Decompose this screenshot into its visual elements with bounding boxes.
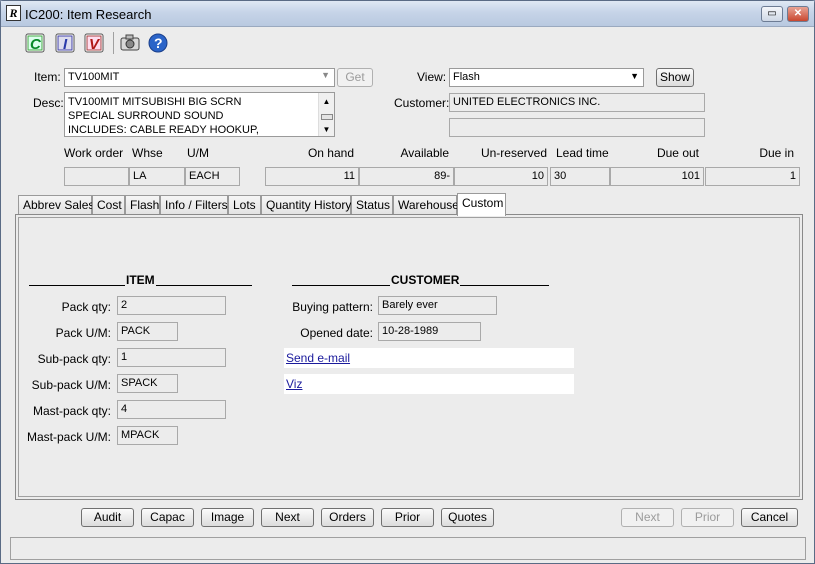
item-research-window: R IC200: Item Research ▭ ✕ C I V ? Item:… bbox=[0, 0, 815, 564]
window-title: IC200: Item Research bbox=[25, 7, 152, 22]
due-out-value: 101 bbox=[610, 167, 704, 186]
mast-pack-um-field: MPACK bbox=[117, 426, 178, 445]
view-label: View: bbox=[417, 70, 447, 84]
tab-flash[interactable]: Flash bbox=[125, 195, 160, 215]
i-icon[interactable]: I bbox=[53, 31, 77, 55]
mast-pack-qty-field: 4 bbox=[117, 400, 226, 419]
scroll-up-icon[interactable]: ▲ bbox=[319, 95, 334, 109]
c-icon[interactable]: C bbox=[23, 31, 47, 55]
desc-line: TV100MIT MITSUBISHI BIG SCRN bbox=[68, 96, 242, 108]
description-scrollbar[interactable]: ▲ ▼ bbox=[318, 93, 334, 136]
sub-pack-um-field: SPACK bbox=[117, 374, 178, 393]
show-button[interactable]: Show bbox=[656, 68, 694, 87]
whse-header: Whse bbox=[132, 146, 163, 160]
customer-label: Customer: bbox=[394, 96, 450, 110]
next-record-button[interactable]: Next bbox=[621, 508, 674, 527]
sub-pack-qty-label: Sub-pack qty: bbox=[37, 352, 111, 366]
help-icon[interactable]: ? bbox=[146, 31, 170, 55]
customer-field: UNITED ELECTRONICS INC. bbox=[449, 93, 705, 112]
viz-link[interactable]: Viz bbox=[284, 374, 574, 394]
buying-pattern-field: Barely ever bbox=[378, 296, 497, 315]
due-in-header: Due in bbox=[759, 146, 794, 160]
on-hand-header: On hand bbox=[307, 146, 354, 160]
camera-icon[interactable] bbox=[118, 31, 142, 55]
restore-button[interactable]: ▭ bbox=[761, 6, 783, 22]
tab-quantity-history[interactable]: Quantity History bbox=[261, 195, 351, 215]
work-order-header: Work order bbox=[64, 146, 124, 160]
toolbar-separator bbox=[113, 32, 114, 54]
view-select[interactable]: Flash ▼ bbox=[449, 68, 644, 87]
tab-custom[interactable]: Custom bbox=[457, 193, 506, 216]
desc-line: INCLUDES: CABLE READY HOOKUP, bbox=[68, 124, 259, 136]
unreserved-value: 10 bbox=[454, 167, 548, 186]
scroll-thumb[interactable] bbox=[320, 114, 333, 120]
chevron-down-icon[interactable]: ▼ bbox=[321, 70, 330, 80]
mast-pack-qty-label: Mast-pack qty: bbox=[32, 404, 111, 418]
audit-button[interactable]: Audit bbox=[81, 508, 134, 527]
tab-status[interactable]: Status bbox=[351, 195, 393, 215]
chevron-down-icon[interactable]: ▼ bbox=[630, 71, 639, 81]
description-textarea[interactable]: TV100MIT MITSUBISHI BIG SCRN SPECIAL SUR… bbox=[64, 92, 335, 137]
tab-lots[interactable]: Lots bbox=[228, 195, 261, 215]
tab-info-filters[interactable]: Info / Filters bbox=[160, 195, 228, 215]
capac-button[interactable]: Capac bbox=[141, 508, 194, 527]
tab-cost[interactable]: Cost bbox=[92, 195, 125, 215]
pack-qty-field: 2 bbox=[117, 296, 226, 315]
tab-warehouse[interactable]: Warehouse bbox=[393, 195, 459, 215]
pack-um-label: Pack U/M: bbox=[55, 326, 111, 340]
work-order-value bbox=[64, 167, 129, 186]
on-hand-value: 11 bbox=[265, 167, 359, 186]
orders-button[interactable]: Orders bbox=[321, 508, 374, 527]
due-out-header: Due out bbox=[656, 146, 699, 160]
whse-value: LA bbox=[129, 167, 185, 186]
svg-text:C: C bbox=[30, 36, 42, 53]
v-icon[interactable]: V bbox=[82, 31, 106, 55]
app-icon: R bbox=[6, 5, 21, 21]
opened-date-field: 10-28-1989 bbox=[378, 322, 481, 341]
close-button[interactable]: ✕ bbox=[787, 6, 809, 22]
get-button[interactable]: Get bbox=[337, 68, 373, 87]
toolbar: C I V ? bbox=[1, 28, 814, 58]
opened-date-label: Opened date: bbox=[300, 326, 373, 340]
available-header: Available bbox=[400, 146, 449, 160]
view-value: Flash bbox=[453, 71, 480, 83]
lead-time-header: Lead time bbox=[556, 146, 609, 160]
tab-abbrev-sales[interactable]: Abbrev Sales bbox=[18, 195, 94, 215]
status-bar bbox=[10, 537, 806, 560]
item-label: Item: bbox=[34, 70, 61, 84]
pack-um-field: PACK bbox=[117, 322, 178, 341]
prior-button[interactable]: Prior bbox=[381, 508, 434, 527]
customer-field-2 bbox=[449, 118, 705, 137]
desc-label: Desc: bbox=[33, 96, 64, 110]
unreserved-header: Un-reserved bbox=[480, 146, 547, 160]
um-value: EACH bbox=[185, 167, 240, 186]
pack-qty-label: Pack qty: bbox=[61, 300, 111, 314]
scroll-down-icon[interactable]: ▼ bbox=[319, 123, 334, 136]
next-button[interactable]: Next bbox=[261, 508, 314, 527]
send-email-link[interactable]: Send e-mail bbox=[284, 348, 574, 368]
due-in-value: 1 bbox=[705, 167, 800, 186]
prior-record-button[interactable]: Prior bbox=[681, 508, 734, 527]
um-header: U/M bbox=[187, 146, 209, 160]
image-button[interactable]: Image bbox=[201, 508, 254, 527]
item-section-heading: ITEM bbox=[125, 273, 156, 287]
sub-pack-qty-field: 1 bbox=[117, 348, 226, 367]
cancel-button[interactable]: Cancel bbox=[741, 508, 798, 527]
available-value: 89- bbox=[359, 167, 454, 186]
item-input[interactable]: TV100MIT ▼ bbox=[64, 68, 335, 87]
sub-pack-um-label: Sub-pack U/M: bbox=[31, 378, 111, 392]
svg-text:?: ? bbox=[154, 35, 163, 51]
desc-line: SPECIAL SURROUND SOUND bbox=[68, 110, 224, 122]
title-bar: R IC200: Item Research ▭ ✕ bbox=[1, 1, 814, 27]
customer-section-heading: CUSTOMER bbox=[390, 273, 461, 287]
buying-pattern-label: Buying pattern: bbox=[292, 300, 373, 314]
mast-pack-um-label: Mast-pack U/M: bbox=[26, 430, 111, 444]
quotes-button[interactable]: Quotes bbox=[441, 508, 494, 527]
lead-time-value: 30 bbox=[550, 167, 610, 186]
item-value: TV100MIT bbox=[68, 71, 120, 83]
